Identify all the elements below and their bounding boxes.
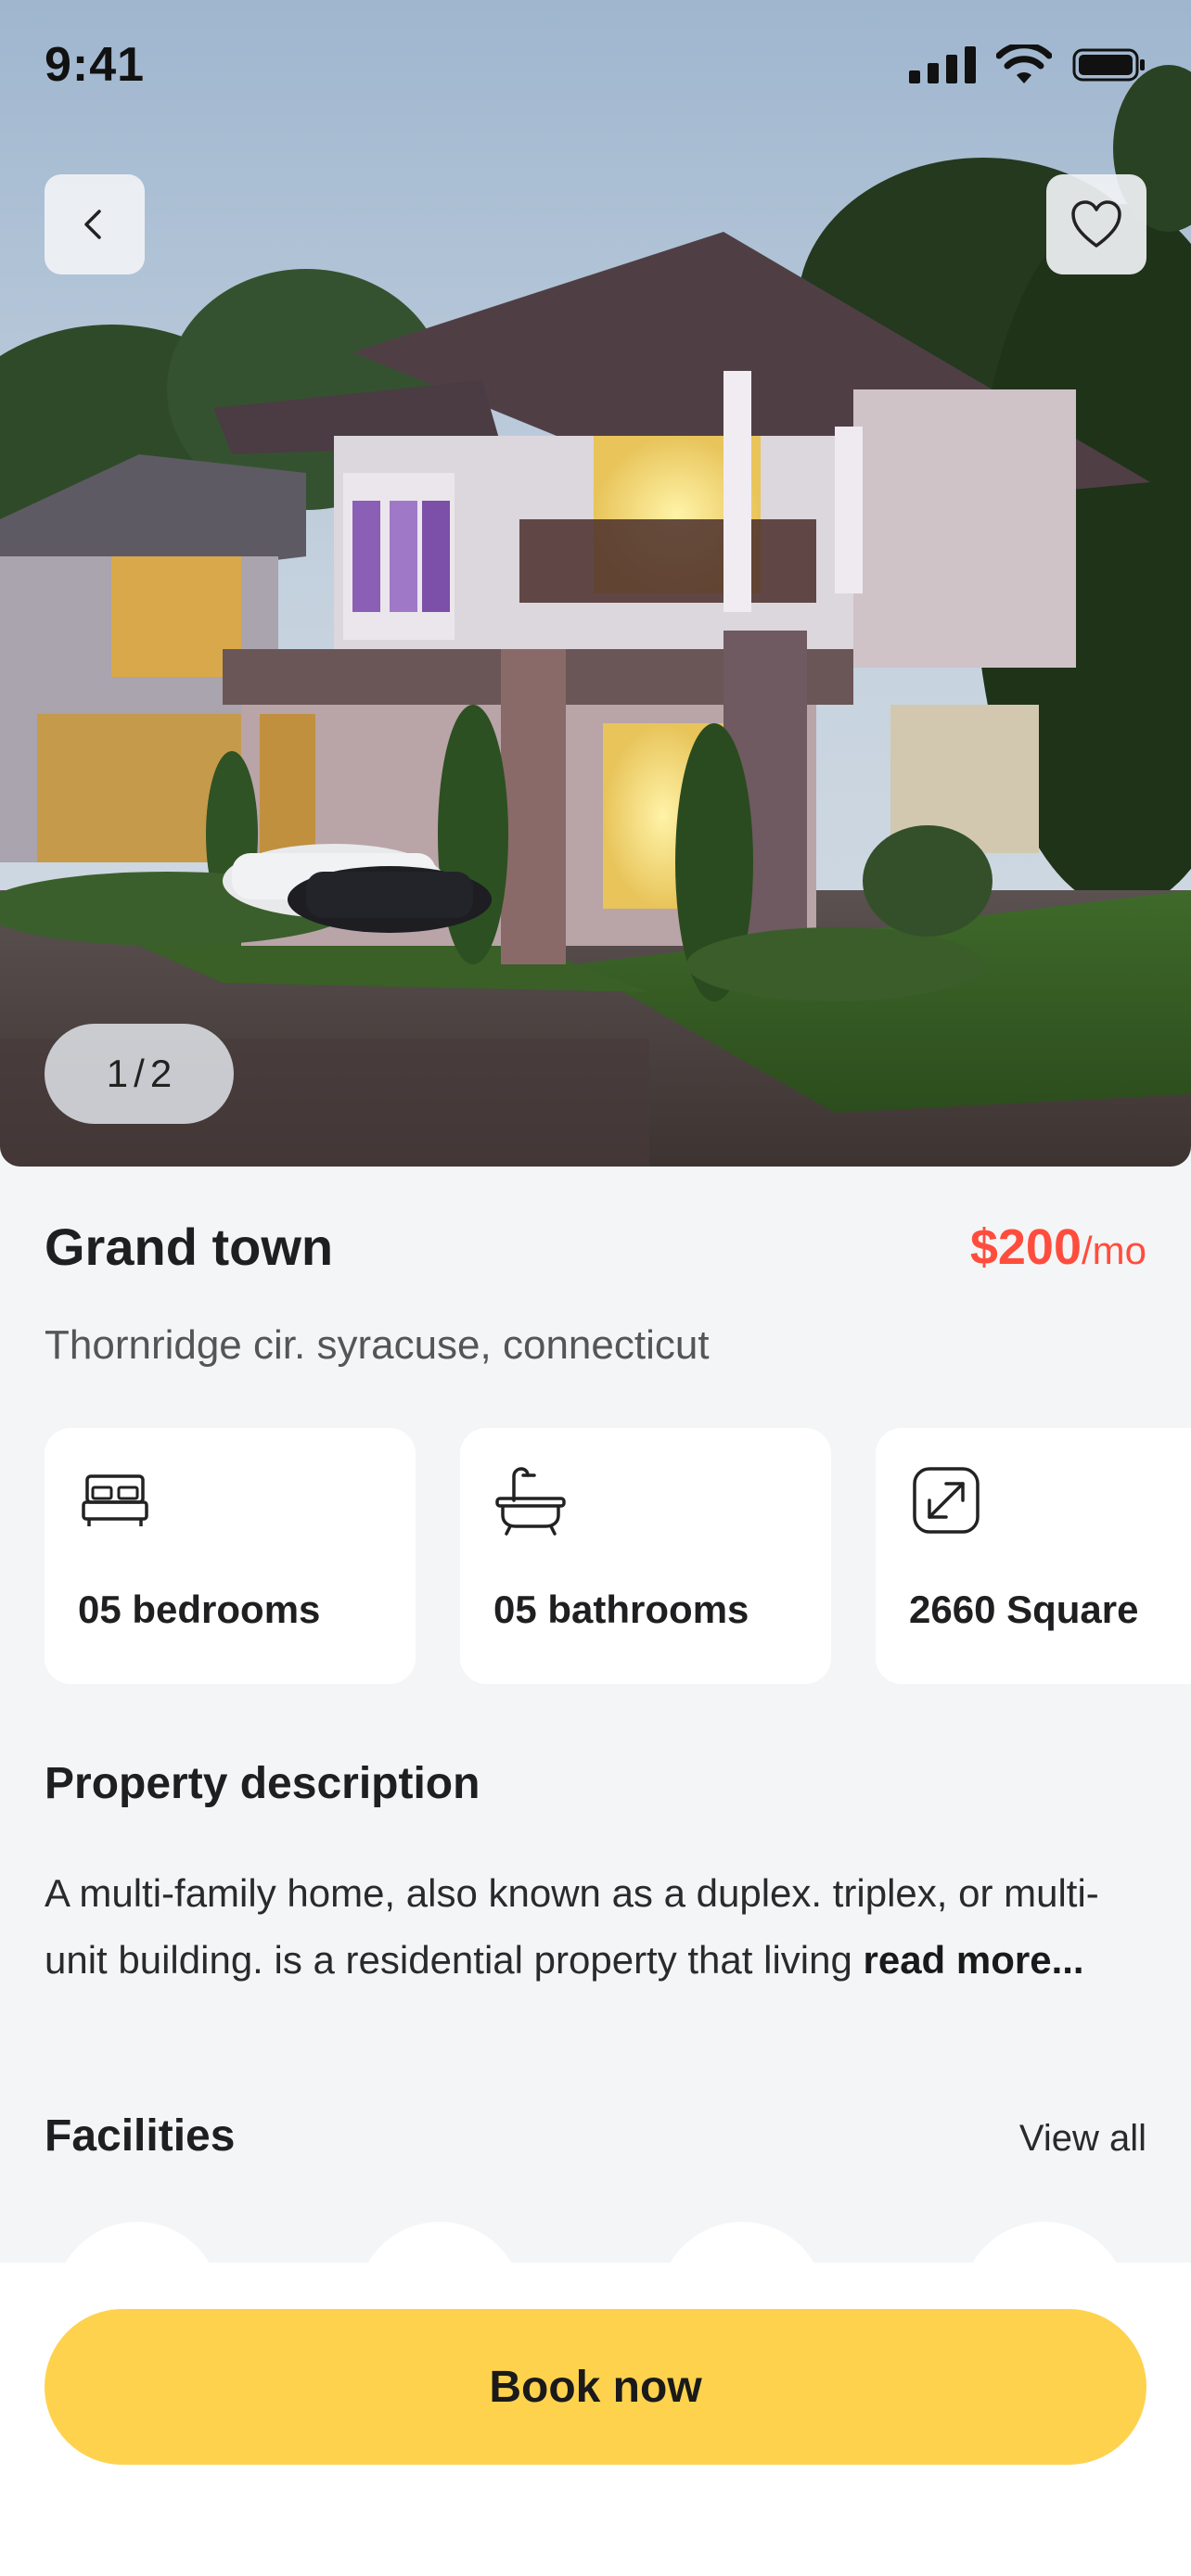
status-bar: 9:41 xyxy=(0,0,1191,130)
heart-icon xyxy=(1071,200,1121,248)
stat-card-area: 2660 Square xyxy=(876,1428,1191,1684)
image-counter-separator: / xyxy=(134,1052,145,1095)
property-price: $200/mo xyxy=(970,1218,1146,1276)
stat-card-bathrooms: 05 bathrooms xyxy=(460,1428,831,1684)
stat-card-bedrooms: 05 bedrooms xyxy=(45,1428,416,1684)
property-title: Grand town xyxy=(45,1218,334,1276)
description-text: A multi-family home, also known as a dup… xyxy=(45,1860,1148,1994)
read-more-link[interactable]: read more... xyxy=(864,1938,1084,1982)
area-expand-icon xyxy=(913,1467,980,1534)
status-icons xyxy=(909,45,1146,85)
image-counter-total: 2 xyxy=(149,1052,173,1095)
cellular-signal-icon xyxy=(909,46,976,83)
image-counter-current: 1 xyxy=(106,1052,129,1095)
wifi-icon xyxy=(996,45,1052,83)
property-address: Thornridge cir. syracuse, connecticut xyxy=(45,1322,710,1368)
price-amount: $200 xyxy=(969,1219,1082,1275)
hero-image: 9:41 1 / 2 xyxy=(0,0,1191,1167)
price-unit: /mo xyxy=(1081,1229,1146,1272)
house-photo xyxy=(0,0,1191,1167)
property-stats: 05 bedrooms 05 bathrooms 2660 Square xyxy=(45,1428,1191,1684)
status-time: 9:41 xyxy=(45,38,146,92)
chevron-left-icon xyxy=(84,210,101,239)
favorite-button[interactable] xyxy=(1046,174,1146,274)
view-all-link[interactable]: View all xyxy=(1019,2118,1146,2160)
stat-label-bedrooms: 05 bedrooms xyxy=(78,1588,321,1631)
image-counter: 1 / 2 xyxy=(45,1024,234,1124)
bed-icon xyxy=(82,1474,148,1526)
back-button[interactable] xyxy=(45,174,145,274)
facilities-heading: Facilities xyxy=(45,2111,236,2161)
bathtub-icon xyxy=(495,1467,566,1536)
stat-label-bathrooms: 05 bathrooms xyxy=(493,1588,749,1631)
battery-icon xyxy=(1072,48,1145,82)
description-heading: Property description xyxy=(45,1759,480,1808)
stat-label-area: 2660 Square xyxy=(909,1588,1139,1631)
book-now-button[interactable]: Book now xyxy=(45,2309,1146,2465)
